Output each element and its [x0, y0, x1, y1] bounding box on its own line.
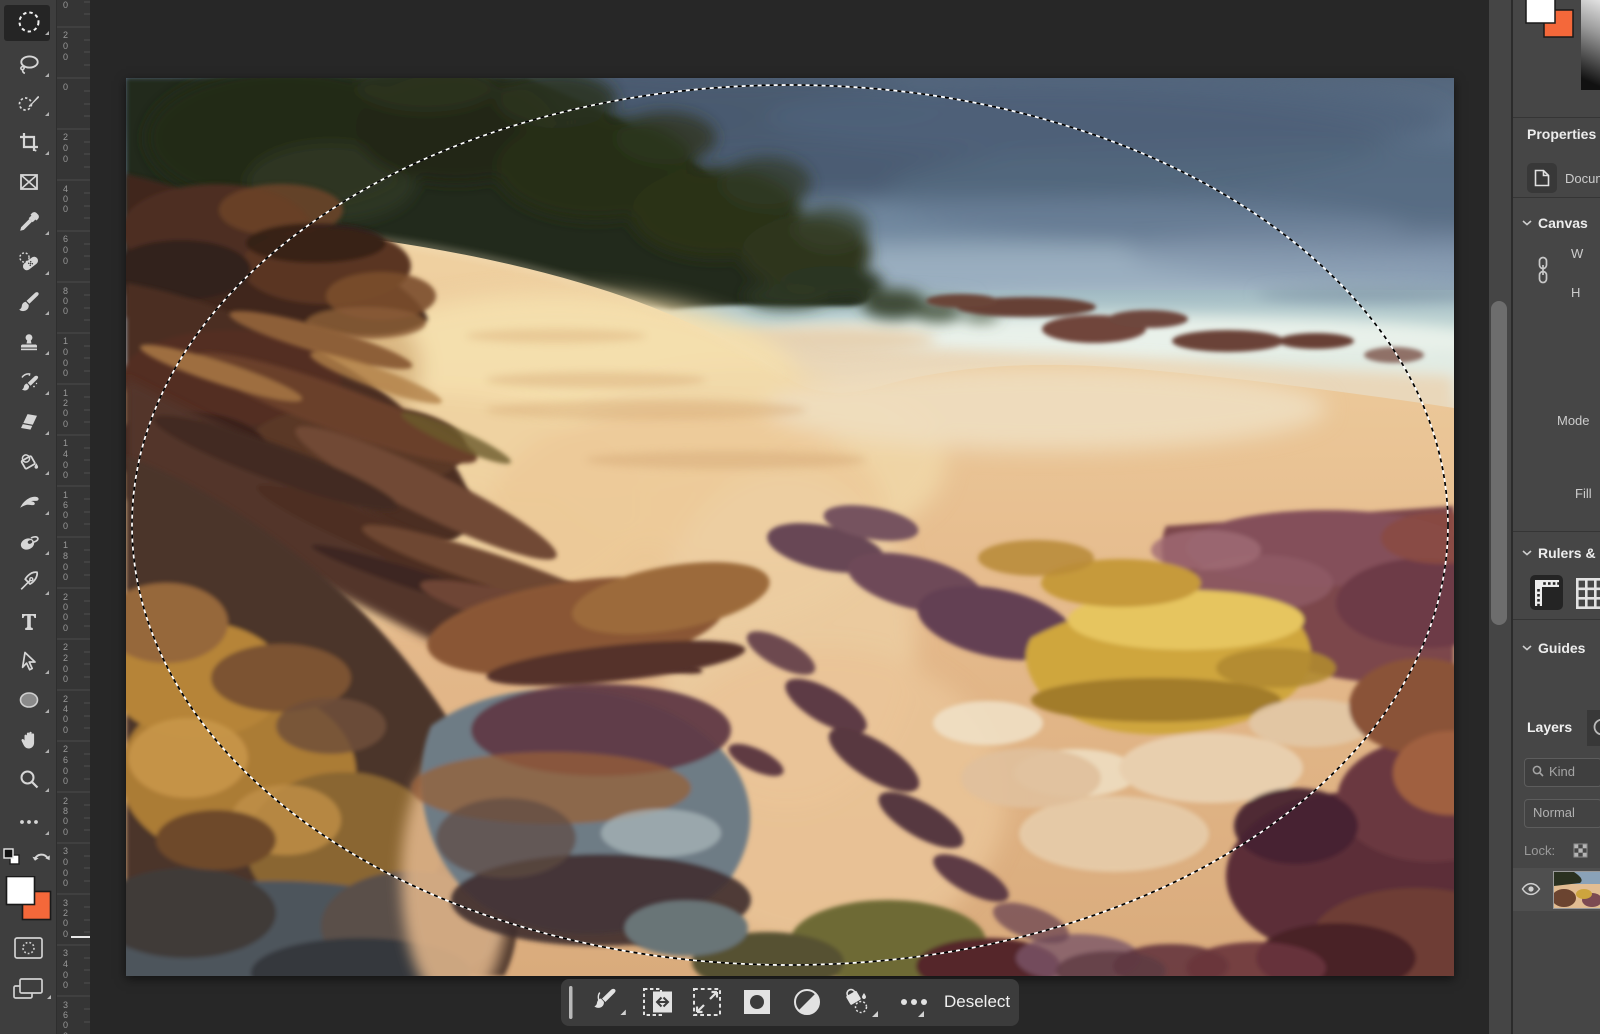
svg-text:2: 2	[63, 908, 68, 918]
svg-text:8: 8	[63, 551, 68, 561]
svg-text:0: 0	[63, 204, 68, 214]
svg-text:0: 0	[63, 154, 68, 164]
svg-text:8: 8	[63, 806, 68, 816]
svg-text:0: 0	[63, 725, 68, 735]
svg-text:1: 1	[63, 438, 68, 448]
svg-text:2: 2	[63, 744, 68, 754]
svg-text:0: 0	[63, 347, 68, 357]
svg-text:0: 0	[63, 1020, 68, 1030]
svg-text:1: 1	[63, 490, 68, 500]
svg-text:0: 0	[63, 510, 68, 520]
svg-text:0: 0	[63, 929, 68, 939]
svg-text:2: 2	[63, 398, 68, 408]
svg-text:0: 0	[63, 296, 68, 306]
svg-text:4: 4	[63, 704, 68, 714]
svg-text:0: 0	[63, 470, 68, 480]
svg-text:0: 0	[63, 776, 68, 786]
svg-text:3: 3	[63, 846, 68, 856]
svg-text:2: 2	[63, 132, 68, 142]
svg-text:0: 0	[63, 766, 68, 776]
svg-text:3: 3	[63, 898, 68, 908]
svg-text:0: 0	[63, 194, 68, 204]
svg-text:2: 2	[63, 592, 68, 602]
svg-text:3: 3	[63, 1000, 68, 1010]
svg-text:0: 0	[63, 41, 68, 51]
svg-text:0: 0	[63, 0, 68, 10]
svg-text:0: 0	[63, 460, 68, 470]
svg-text:0: 0	[63, 674, 68, 684]
svg-text:0: 0	[63, 918, 68, 928]
svg-text:0: 0	[63, 868, 68, 878]
svg-text:0: 0	[63, 827, 68, 837]
svg-text:0: 0	[63, 562, 68, 572]
svg-text:6: 6	[63, 500, 68, 510]
svg-text:6: 6	[63, 234, 68, 244]
svg-text:0: 0	[63, 664, 68, 674]
svg-text:0: 0	[63, 623, 68, 633]
svg-text:4: 4	[63, 449, 68, 459]
svg-text:0: 0	[63, 521, 68, 531]
svg-text:2: 2	[63, 642, 68, 652]
svg-text:0: 0	[63, 408, 68, 418]
svg-text:0: 0	[63, 306, 68, 316]
svg-text:1: 1	[63, 388, 68, 398]
svg-text:0: 0	[63, 572, 68, 582]
svg-text:3: 3	[63, 948, 68, 958]
svg-text:0: 0	[63, 368, 68, 378]
svg-text:0: 0	[63, 143, 68, 153]
svg-text:0: 0	[63, 602, 68, 612]
svg-text:6: 6	[63, 1010, 68, 1020]
svg-text:1: 1	[63, 336, 68, 346]
svg-text:2: 2	[63, 796, 68, 806]
svg-text:0: 0	[63, 714, 68, 724]
svg-text:4: 4	[63, 959, 68, 969]
svg-text:0: 0	[63, 878, 68, 888]
svg-text:0: 0	[63, 857, 68, 867]
svg-text:0: 0	[63, 612, 68, 622]
svg-text:0: 0	[63, 358, 68, 368]
svg-text:0: 0	[63, 419, 68, 429]
svg-text:6: 6	[63, 755, 68, 765]
svg-text:0: 0	[63, 816, 68, 826]
svg-text:0: 0	[63, 245, 68, 255]
svg-text:0: 0	[63, 52, 68, 62]
svg-text:0: 0	[63, 970, 68, 980]
svg-text:2: 2	[63, 30, 68, 40]
svg-text:1: 1	[63, 540, 68, 550]
svg-text:4: 4	[63, 184, 68, 194]
svg-text:0: 0	[63, 82, 68, 92]
svg-text:2: 2	[63, 653, 68, 663]
svg-text:2: 2	[63, 694, 68, 704]
svg-text:0: 0	[63, 256, 68, 266]
svg-text:8: 8	[63, 286, 68, 296]
svg-text:0: 0	[63, 980, 68, 990]
